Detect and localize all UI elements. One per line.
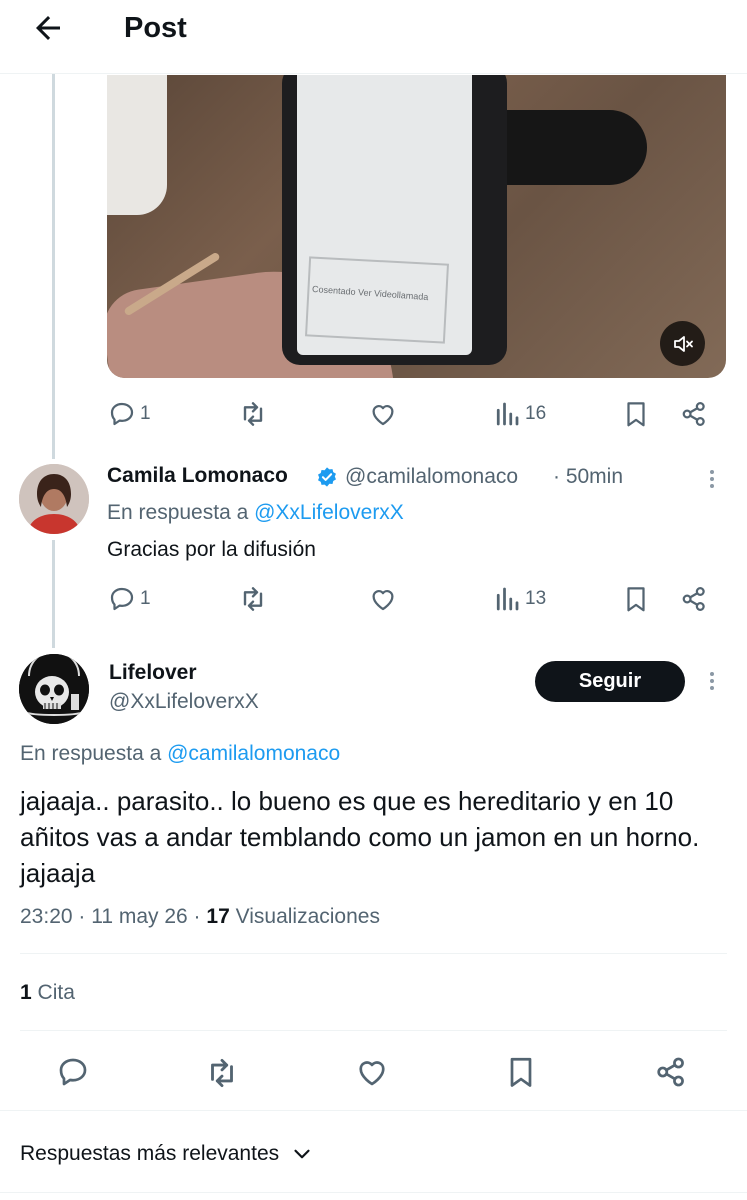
views-count: 17 [206, 905, 230, 928]
reply-button[interactable]: 1 [107, 397, 151, 431]
more-options-icon[interactable] [707, 467, 717, 491]
quotes-count: 1 [20, 981, 32, 1004]
reply-icon [110, 587, 134, 611]
repost-icon [243, 402, 263, 426]
page-title: Post [124, 12, 187, 44]
repost-button[interactable] [237, 582, 269, 616]
views-count: 16 [525, 403, 547, 424]
thread-line [52, 540, 55, 648]
views-button[interactable]: 16 [492, 397, 546, 431]
tweet-action-bar: 1 13 [107, 582, 719, 616]
author-handle[interactable]: @camilalomonaco [345, 465, 518, 489]
share-icon [682, 586, 705, 612]
post-action-bar [0, 1050, 747, 1094]
avatar[interactable] [19, 654, 89, 724]
quotes-link[interactable]: 1 Cita [20, 981, 75, 1005]
share-icon [657, 1057, 684, 1087]
post-timestamp: 23:20 · 11 may 26 · [20, 905, 201, 928]
reply-count: 1 [140, 403, 151, 424]
follow-button[interactable]: Seguir [535, 661, 685, 702]
reply-count: 1 [140, 588, 151, 609]
repost-icon [211, 1058, 233, 1088]
post-time: · 50min [553, 465, 624, 488]
reply-to-link[interactable]: @XxLifeloverxX [254, 501, 404, 524]
like-button[interactable] [368, 397, 398, 431]
reply-icon [110, 402, 134, 426]
bookmark-button[interactable] [503, 1054, 539, 1090]
quotes-label: Cita [37, 981, 75, 1004]
share-button[interactable] [679, 582, 709, 616]
bookmark-button[interactable] [621, 582, 651, 616]
author-name[interactable]: Camila Lomonaco [107, 464, 288, 488]
repost-icon [243, 587, 263, 611]
speaker-muted-icon [674, 336, 693, 352]
divider [20, 1030, 727, 1031]
post-text: Gracias por la difusión [107, 538, 316, 561]
repost-button[interactable] [203, 1054, 241, 1092]
back-arrow-icon[interactable] [30, 10, 66, 46]
sort-label: Respuestas más relevantes [20, 1142, 280, 1165]
views-button[interactable]: 13 [492, 582, 546, 616]
reply-to-link[interactable]: @camilalomonaco [167, 742, 340, 765]
thread-line [52, 74, 55, 459]
repost-button[interactable] [237, 397, 269, 431]
heart-icon [372, 590, 394, 611]
reply-context: En respuesta a @XxLifeloverxX [107, 501, 404, 525]
divider [0, 1192, 747, 1193]
reply-button[interactable] [55, 1054, 91, 1090]
share-button[interactable] [653, 1054, 689, 1090]
heart-icon [372, 405, 394, 426]
author-name[interactable]: Lifelover [109, 661, 197, 685]
mute-button[interactable] [660, 321, 705, 366]
verified-badge-icon [316, 466, 338, 488]
reply-icon [59, 1058, 87, 1086]
post-meta: 23:20 · 11 may 26 · 17 Visualizaciones [20, 905, 380, 929]
reply-prefix: En respuesta a [107, 501, 249, 524]
divider [0, 1110, 747, 1111]
video-player[interactable]: Cosentado Ver Videollamada [107, 75, 726, 378]
header-bar: Post [0, 0, 747, 74]
reply-context: En respuesta a @camilalomonaco [20, 742, 340, 766]
tweet-action-bar: 1 16 [107, 397, 719, 431]
bookmark-button[interactable] [621, 397, 651, 431]
divider [20, 953, 727, 954]
chevron-down-icon [294, 1149, 310, 1159]
video-frame-detail [107, 75, 167, 215]
bar-chart-icon [496, 587, 519, 611]
reply-prefix: En respuesta a [20, 742, 162, 765]
video-frame-detail [507, 110, 647, 185]
more-options-icon[interactable] [707, 669, 717, 693]
views-label[interactable]: Visualizaciones [236, 905, 380, 928]
reply-button[interactable]: 1 [107, 582, 151, 616]
bookmark-icon [627, 402, 645, 427]
bookmark-icon [510, 1057, 532, 1087]
author-handle[interactable]: @XxLifeloverxX [109, 690, 259, 714]
like-button[interactable] [368, 582, 398, 616]
sort-replies-dropdown[interactable]: Respuestas más relevantes [20, 1141, 315, 1167]
views-count: 13 [525, 588, 547, 609]
heart-icon [359, 1061, 385, 1086]
avatar[interactable] [19, 464, 89, 534]
share-button[interactable] [679, 397, 709, 431]
bookmark-icon [627, 587, 645, 612]
post-text: jajaaja.. parasito.. lo bueno es que es … [20, 786, 700, 888]
share-icon [682, 401, 705, 427]
like-button[interactable] [354, 1054, 390, 1090]
bar-chart-icon [496, 402, 519, 426]
